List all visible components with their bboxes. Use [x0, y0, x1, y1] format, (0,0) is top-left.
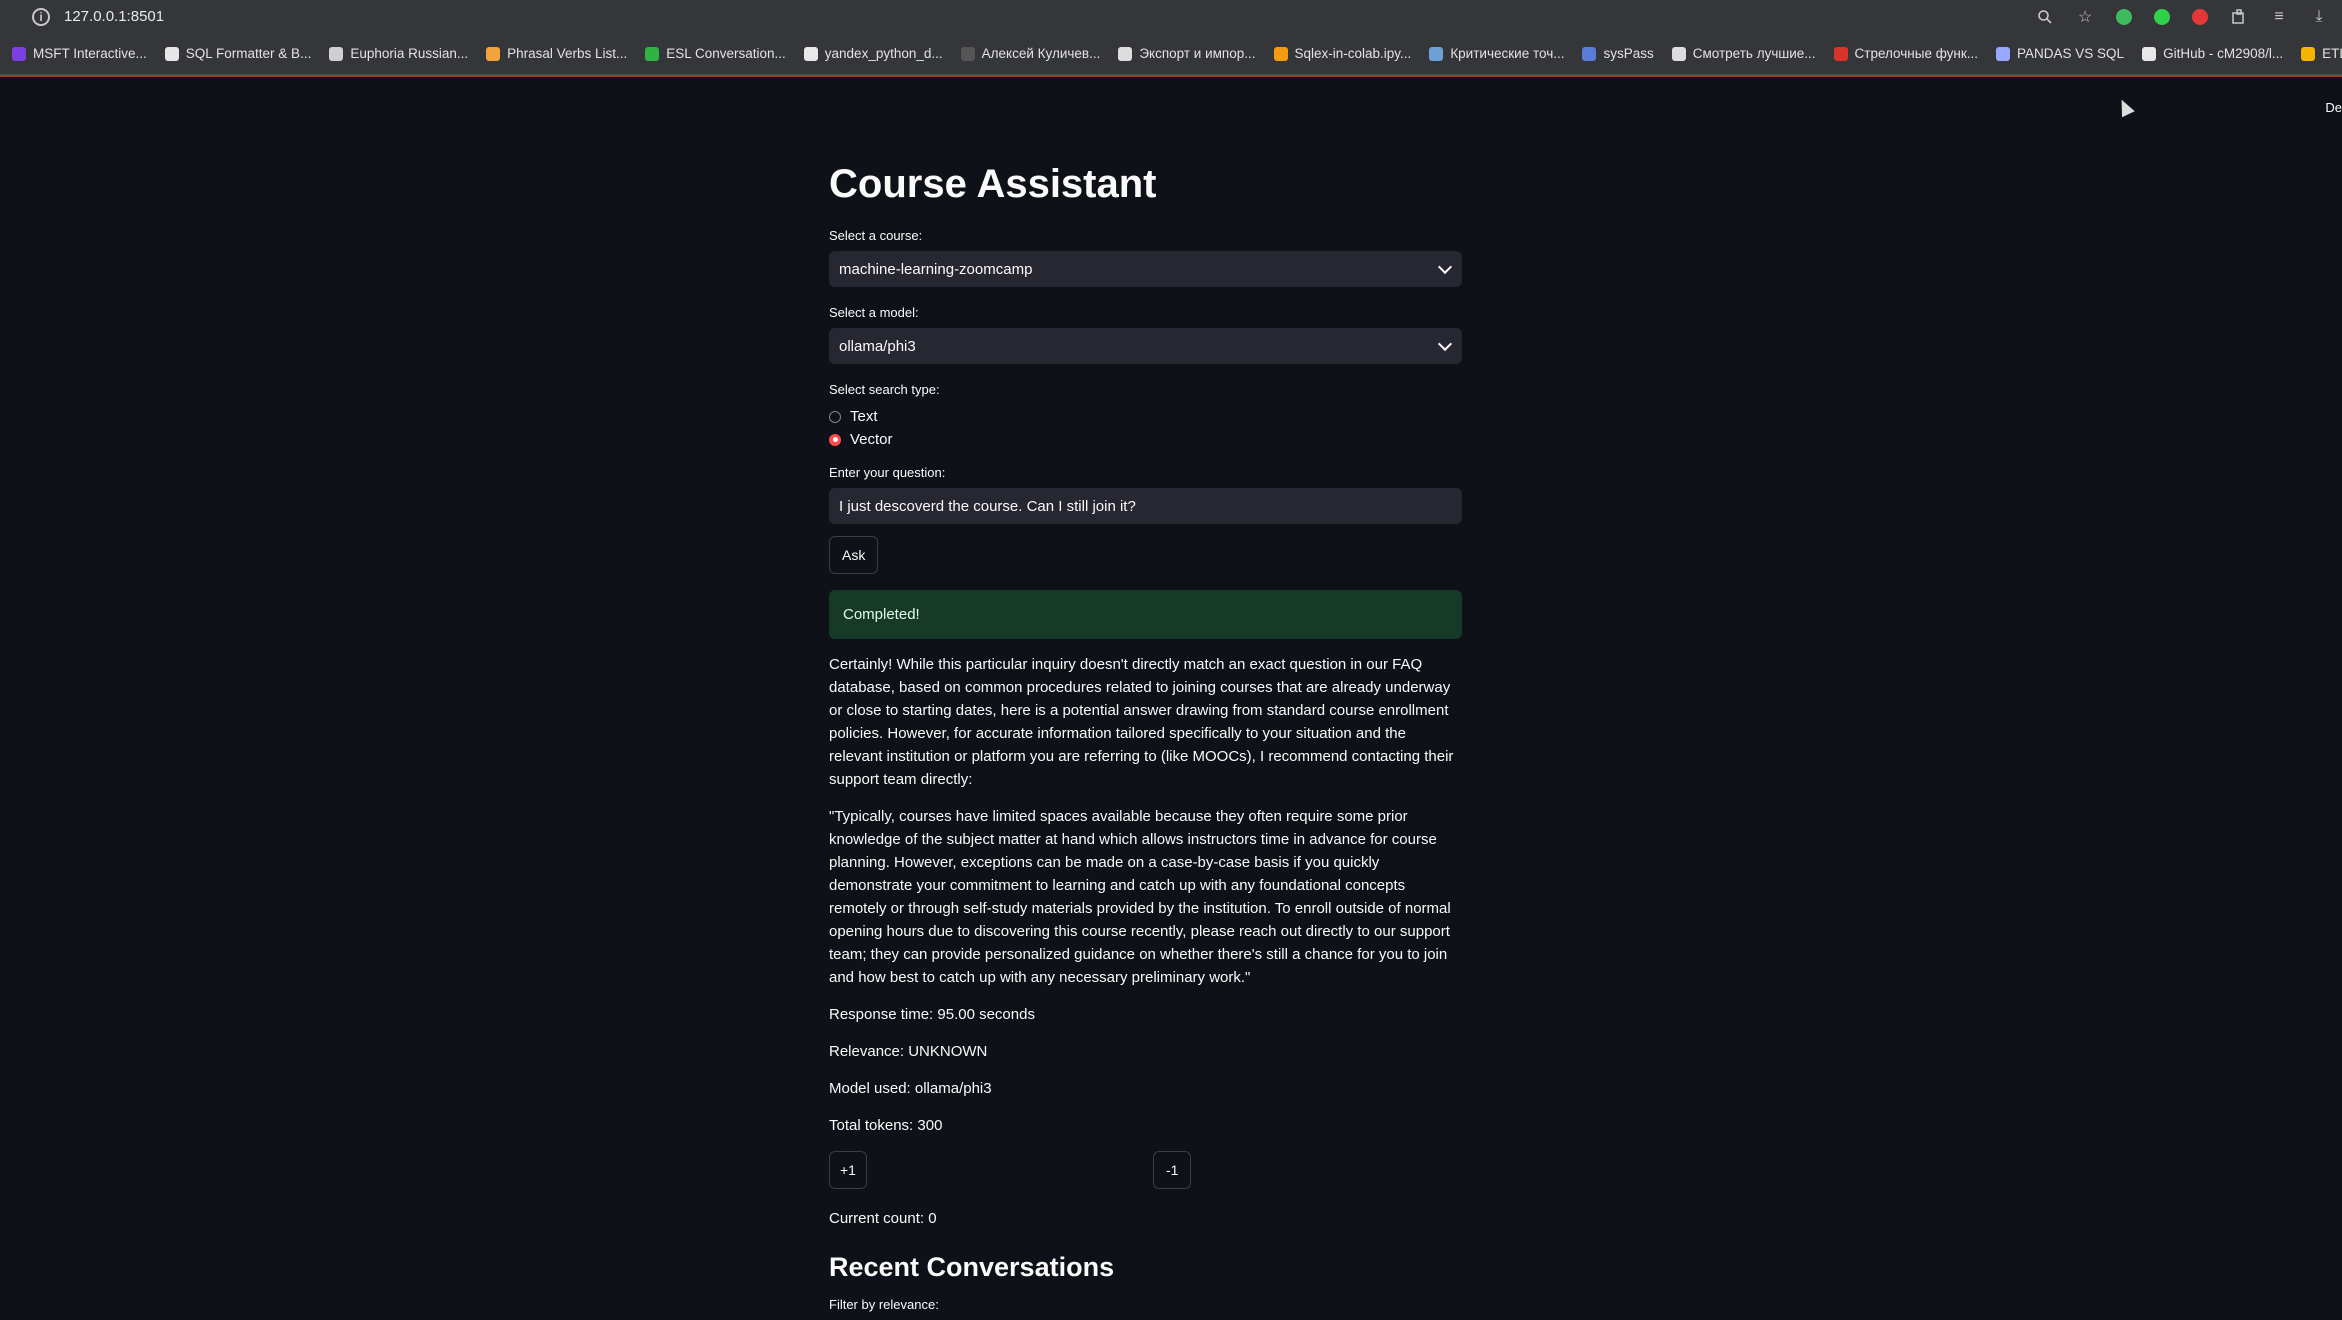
- upvote-button[interactable]: +1: [829, 1151, 867, 1189]
- bookmark-favicon-icon: [486, 46, 501, 61]
- relevance: Relevance: UNKNOWN: [829, 1043, 988, 1060]
- site-info-icon[interactable]: i: [32, 7, 50, 26]
- bookmark-item[interactable]: Phrasal Verbs List...: [486, 46, 627, 61]
- extension-shield-icon[interactable]: [2116, 8, 2132, 25]
- recent-conversations-title: Recent Conversations: [829, 1252, 1115, 1282]
- reading-list-icon[interactable]: ≡: [2270, 8, 2288, 26]
- answer-paragraph-2: "Typically, courses have limited spaces …: [829, 808, 1451, 986]
- bookmark-label: yandex_python_d...: [824, 46, 943, 61]
- browser-address-bar: i 127.0.0.1:8501 ☆ ≡ ⤓: [0, 0, 2342, 33]
- course-select[interactable]: machine-learning-zoomcamp: [829, 251, 1462, 287]
- bookmark-item[interactable]: ETL/ELT инструме...: [2301, 46, 2342, 61]
- bookmark-label: Sqlex-in-colab.ipy...: [1294, 46, 1412, 61]
- bookmark-item[interactable]: Критические точ...: [1429, 46, 1564, 61]
- bookmark-label: Euphoria Russian...: [350, 46, 469, 61]
- bookmark-favicon-icon: [164, 46, 179, 61]
- status-alert: Completed!: [829, 590, 1462, 639]
- search-type-label: Select search type:: [829, 382, 940, 397]
- bookmark-label: ESL Conversation...: [666, 46, 786, 61]
- bookmark-label: Смотреть лучшие...: [1692, 46, 1816, 61]
- bookmark-label: MSFT Interactive...: [33, 46, 147, 61]
- bookmark-item[interactable]: Экспорт и импор...: [1118, 46, 1256, 61]
- bookmark-item[interactable]: GitHub - cM2908/l...: [2142, 46, 2283, 61]
- bookmark-favicon-icon: [645, 46, 660, 61]
- bookmark-favicon-icon: [960, 46, 975, 61]
- model-used: Model used: ollama/phi3: [829, 1080, 992, 1097]
- bookmark-favicon-icon: [1273, 46, 1288, 61]
- radio-button-checked[interactable]: [829, 433, 841, 446]
- question-input[interactable]: I just descoverd the course. Can I still…: [829, 488, 1462, 524]
- deploy-button[interactable]: De: [2325, 100, 2342, 115]
- bookmark-label: Экспорт и импор...: [1139, 46, 1256, 61]
- bookmark-label: ETL/ELT инструме...: [2322, 46, 2342, 61]
- extensions-puzzle-icon[interactable]: [2230, 8, 2248, 26]
- filter-label: Filter by relevance:: [829, 1297, 939, 1312]
- mouse-cursor: [2115, 96, 2135, 118]
- bookmark-label: SQL Formatter & B...: [185, 46, 312, 61]
- bookmarks-bar: MSFT Interactive... SQL Formatter & B... E…: [0, 33, 2342, 75]
- bookmark-item[interactable]: MSFT Interactive...: [12, 46, 147, 61]
- bookmark-favicon-icon: [1833, 46, 1848, 61]
- bookmark-label: Алексей Куличев...: [981, 46, 1101, 61]
- bookmark-favicon-icon: [2301, 46, 2316, 61]
- total-tokens: Total tokens: 300: [829, 1117, 943, 1134]
- bookmark-item[interactable]: ESL Conversation...: [645, 46, 786, 61]
- chevron-down-icon: [1437, 259, 1453, 275]
- bookmark-label: Phrasal Verbs List...: [507, 46, 628, 61]
- model-select-value: ollama/phi3: [839, 337, 916, 355]
- radio-vector[interactable]: Vector: [829, 428, 1462, 451]
- model-select-label: Select a model:: [829, 305, 919, 320]
- bookmark-star-icon[interactable]: ☆: [2076, 8, 2094, 26]
- bookmark-label: GitHub - cM2908/l...: [2163, 46, 2284, 61]
- radio-label-vector: Vector: [850, 431, 893, 448]
- bookmark-favicon-icon: [1582, 46, 1597, 61]
- download-icon[interactable]: ⤓: [2310, 8, 2328, 26]
- bookmark-label: sysPass: [1603, 46, 1654, 61]
- response-time: Response time: 95.00 seconds: [829, 1006, 1035, 1023]
- radio-text[interactable]: Text: [829, 405, 1462, 428]
- bookmark-item[interactable]: yandex_python_d...: [803, 46, 943, 61]
- feedback-row: +1 -1: [829, 1151, 1462, 1189]
- course-select-value: machine-learning-zoomcamp: [839, 260, 1033, 278]
- question-label: Enter your question:: [829, 465, 946, 480]
- bookmark-favicon-icon: [12, 46, 26, 61]
- bookmark-item[interactable]: Sqlex-in-colab.ipy...: [1273, 46, 1412, 61]
- bookmark-favicon-icon: [2142, 46, 2157, 61]
- radio-button-unchecked[interactable]: [829, 410, 841, 423]
- app-top-decoration: [0, 75, 2342, 77]
- bookmark-favicon-icon: [1996, 46, 2011, 61]
- page-title: Course Assistant: [829, 162, 1157, 206]
- bookmark-favicon-icon: [329, 46, 344, 61]
- bookmark-item[interactable]: sysPass: [1582, 46, 1654, 61]
- toolbar-icons: ☆ ≡ ⤓: [2036, 0, 2342, 33]
- bookmark-item[interactable]: Алексей Куличев...: [960, 46, 1101, 61]
- url-field[interactable]: 127.0.0.1:8501: [64, 8, 164, 25]
- extension-red-icon[interactable]: [2192, 8, 2208, 25]
- bookmark-label: Критические точ...: [1450, 46, 1565, 61]
- radio-label-text: Text: [850, 408, 878, 425]
- bookmark-item[interactable]: SQL Formatter & B...: [164, 46, 312, 61]
- extension-green-icon[interactable]: [2154, 8, 2170, 25]
- bookmark-favicon-icon: [1429, 46, 1444, 61]
- bookmark-favicon-icon: [1671, 46, 1686, 61]
- bookmark-item[interactable]: Смотреть лучшие...: [1671, 46, 1816, 61]
- bookmark-item[interactable]: PANDAS VS SQL: [1996, 46, 2124, 61]
- zoom-icon[interactable]: [2036, 8, 2054, 26]
- chevron-down-icon: [1437, 336, 1453, 352]
- bookmark-item[interactable]: Стрелочные функ...: [1833, 46, 1979, 61]
- ask-button[interactable]: Ask: [829, 536, 879, 574]
- bookmark-label: Стрелочные функ...: [1854, 46, 1979, 61]
- bookmark-favicon-icon: [803, 46, 818, 61]
- model-select[interactable]: ollama/phi3: [829, 328, 1462, 364]
- bookmark-label: PANDAS VS SQL: [2017, 46, 2125, 61]
- answer-paragraph-1: Certainly! While this particular inquiry…: [829, 656, 1454, 788]
- bookmark-favicon-icon: [1118, 46, 1133, 61]
- bookmark-item[interactable]: Euphoria Russian...: [329, 46, 468, 61]
- course-select-label: Select a course:: [829, 228, 923, 243]
- current-count: Current count: 0: [829, 1210, 937, 1227]
- main-container: Course Assistant Select a course: machin…: [829, 160, 1462, 1320]
- downvote-button[interactable]: -1: [1153, 1151, 1192, 1189]
